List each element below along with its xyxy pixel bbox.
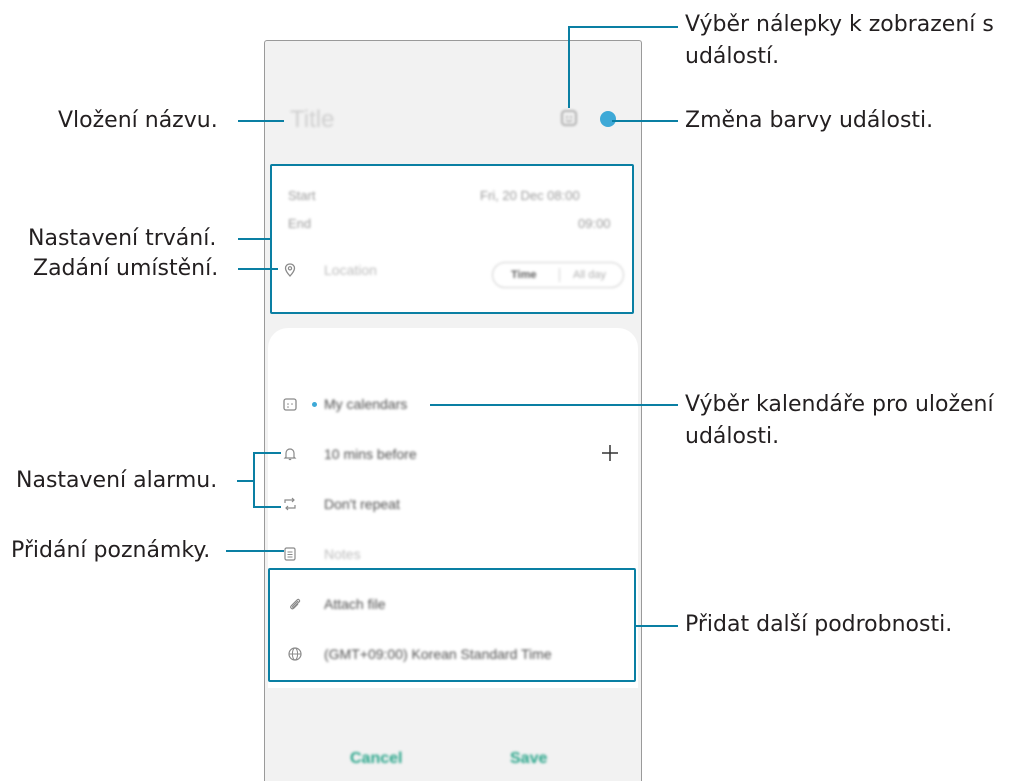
title-leader-line	[238, 120, 284, 122]
end-value[interactable]: 09:00	[578, 216, 611, 231]
start-label: Start	[288, 188, 316, 203]
color-leader-line	[612, 120, 678, 122]
callout-alarm: Nastavení alarmu.	[16, 468, 218, 493]
add-alarm-plus-icon[interactable]	[600, 443, 620, 463]
time-allday-toggle[interactable]: Time All day	[492, 262, 624, 288]
globe-icon	[288, 647, 302, 661]
alarm-selector[interactable]: 10 mins before	[324, 446, 417, 462]
sticker-icon[interactable]	[560, 109, 578, 127]
more-details-leader-line	[636, 625, 678, 627]
location-input[interactable]: Location	[324, 262, 377, 278]
calendar-selector[interactable]: My calendars	[324, 396, 407, 412]
toggle-allday-option[interactable]: All day	[573, 269, 606, 281]
save-button[interactable]: Save	[510, 750, 547, 768]
alarm-bracket-bottom	[253, 506, 281, 508]
callout-sticker-line2: událostí.	[685, 44, 780, 69]
callout-color: Změna barvy události.	[685, 108, 934, 133]
bell-icon	[283, 448, 297, 461]
location-pin-icon	[284, 263, 296, 277]
callout-more-details: Přidat další podrobnosti.	[685, 612, 953, 637]
calendar-leader-line	[430, 404, 678, 406]
more-details-section	[268, 568, 636, 682]
notes-leader-line	[226, 550, 284, 552]
callout-calendar-line1: Výběr kalendáře pro uložení	[685, 392, 994, 417]
callout-title: Vložení názvu.	[58, 108, 218, 133]
alarm-bracket-vertical	[253, 452, 255, 508]
calendar-icon	[283, 398, 297, 411]
event-title-input[interactable]: Title	[290, 106, 334, 134]
sticker-leader-line	[568, 26, 678, 28]
repeat-selector[interactable]: Don't repeat	[324, 496, 400, 512]
event-color-button[interactable]	[600, 111, 616, 127]
notes-input[interactable]: Notes	[324, 546, 361, 562]
timezone-selector[interactable]: (GMT+09:00) Korean Standard Time	[324, 646, 552, 662]
calendar-color-dot	[312, 402, 317, 407]
cancel-button[interactable]: Cancel	[350, 750, 402, 768]
start-value[interactable]: Fri, 20 Dec 08:00	[480, 188, 580, 203]
toggle-divider	[559, 268, 560, 282]
callout-calendar-line2: události.	[685, 424, 780, 449]
end-label: End	[288, 216, 312, 231]
paperclip-icon	[290, 598, 301, 610]
callout-notes: Přidání poznámky.	[11, 538, 211, 563]
callout-location: Zadání umístění.	[33, 256, 219, 281]
alarm-bracket-top	[253, 452, 281, 454]
duration-section: Start Fri, 20 Dec 08:00 End 09:00 Time A…	[270, 164, 634, 314]
sticker-leader-vertical	[568, 26, 570, 108]
duration-leader-line	[238, 238, 270, 240]
location-leader-line	[238, 268, 278, 270]
callout-duration: Nastavení trvání.	[28, 226, 217, 251]
repeat-icon	[284, 497, 296, 511]
toggle-time-option[interactable]: Time	[511, 269, 536, 281]
callout-sticker-line1: Výběr nálepky k zobrazení s	[685, 12, 994, 37]
attach-file-button[interactable]: Attach file	[324, 596, 385, 612]
notes-icon	[284, 547, 296, 561]
